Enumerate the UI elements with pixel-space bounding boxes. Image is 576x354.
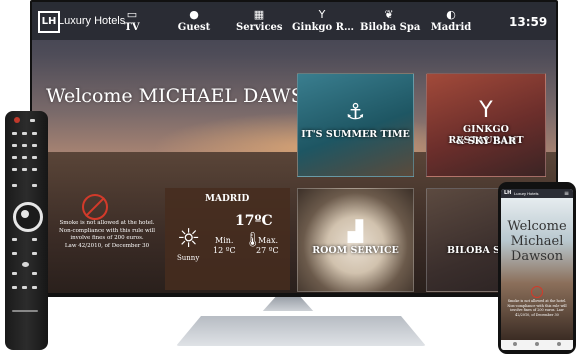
weather-max-label: Max. bbox=[258, 236, 279, 245]
phone-welcome-line-3: Dawson bbox=[510, 249, 564, 264]
remote-button[interactable] bbox=[32, 144, 37, 147]
phone-bottom-nav bbox=[501, 340, 573, 350]
phone-hotel-name: Luxury Hotels bbox=[514, 191, 539, 196]
tv-stand-neck bbox=[262, 297, 314, 311]
remote-button[interactable] bbox=[12, 286, 17, 289]
tile-ginkgo-label-2: & SKY BAR bbox=[455, 136, 517, 147]
nav-ginkgo-label: Ginkgo R… bbox=[292, 22, 354, 33]
services-icon[interactable] bbox=[535, 342, 539, 346]
remote-button[interactable] bbox=[12, 144, 17, 147]
settings-icon[interactable] bbox=[557, 342, 561, 346]
smoking-notice-line-4: Law 42/2010, of December 30 bbox=[64, 242, 150, 249]
remote-dpad[interactable] bbox=[13, 202, 43, 232]
remote-button[interactable] bbox=[30, 119, 35, 122]
weather-min: 12 ºC bbox=[213, 246, 236, 255]
remote-button[interactable] bbox=[12, 132, 17, 135]
weather-condition: Sunny bbox=[177, 254, 200, 262]
tv-screen: LH Luxury Hotels ▭ TV ● Guest ▦ Services… bbox=[32, 2, 556, 293]
nav-ginkgo[interactable]: Y Ginkgo R… bbox=[292, 8, 354, 38]
nav-guest-label: Guest bbox=[177, 22, 211, 33]
remote-button[interactable] bbox=[32, 286, 37, 289]
power-button[interactable] bbox=[14, 117, 20, 123]
top-navigation-bar: LH Luxury Hotels ▭ TV ● Guest ▦ Services… bbox=[32, 2, 556, 40]
remote-button[interactable] bbox=[12, 238, 17, 241]
weather-min-label: Min. bbox=[215, 236, 234, 245]
smoking-notice-line-1: Smoke is not allowed at the hotel. bbox=[59, 220, 155, 226]
tile-room-service[interactable]: ▟ ROOM SERVICE bbox=[297, 188, 414, 292]
no-smoking-icon bbox=[82, 194, 108, 220]
sun-icon: ☼ bbox=[177, 224, 201, 254]
remote-button[interactable] bbox=[32, 184, 37, 187]
welcome-message: Welcome MICHAEL DAWSON bbox=[46, 85, 336, 107]
tile-summer-label: IT'S SUMMER TIME bbox=[301, 129, 410, 140]
tv-icon: ▭ bbox=[126, 8, 138, 21]
nav-services-label: Services bbox=[236, 22, 283, 33]
phone-top-bar: LH Luxury Hotels ≡ bbox=[501, 189, 573, 198]
remote-button[interactable] bbox=[32, 156, 37, 159]
remote-button[interactable] bbox=[12, 252, 17, 255]
nav-madrid-label: Madrid bbox=[430, 22, 472, 33]
phone-no-smoking-icon bbox=[531, 286, 543, 298]
tile-room-label: ROOM SERVICE bbox=[312, 245, 399, 256]
remote-button[interactable] bbox=[12, 156, 17, 159]
nav-guest[interactable]: ● Guest bbox=[173, 8, 215, 38]
tile-ginkgo-restaurant[interactable]: Y GINKGO RESTAURANT & SKY BAR bbox=[426, 73, 546, 177]
clock: 13:59 bbox=[509, 15, 548, 29]
phone-welcome-line-2: Michael bbox=[510, 234, 564, 249]
nav-madrid[interactable]: ◐ Madrid bbox=[430, 8, 472, 38]
remote-button[interactable] bbox=[32, 238, 37, 241]
hotel-logo: LH bbox=[38, 11, 60, 33]
home-icon[interactable] bbox=[513, 342, 517, 346]
remote-button[interactable] bbox=[32, 252, 37, 255]
smoking-notice-line-3: involve fines of 200 euros. bbox=[70, 235, 144, 241]
remote-ok-button[interactable] bbox=[21, 210, 29, 218]
nav-tv-label: TV bbox=[124, 22, 140, 33]
remote-button[interactable] bbox=[32, 272, 37, 275]
remote-button[interactable] bbox=[22, 144, 27, 147]
cocktail-icon: Y bbox=[479, 98, 493, 123]
nav-services[interactable]: ▦ Services bbox=[236, 8, 283, 38]
nav-tv[interactable]: ▭ TV bbox=[116, 8, 148, 38]
remote-button[interactable] bbox=[32, 132, 37, 135]
remote-button[interactable] bbox=[32, 168, 37, 171]
menu-icon[interactable]: ≡ bbox=[564, 190, 569, 197]
anchor-icon: ⚓ bbox=[345, 100, 366, 125]
weather-max: 27 ºC bbox=[256, 246, 279, 255]
nav-biloba-label: Biloba Spa bbox=[360, 22, 421, 33]
phone-screen: LH Luxury Hotels ≡ Welcome Michael Dawso… bbox=[501, 189, 573, 350]
phone-welcome-line-1: Welcome bbox=[507, 219, 567, 234]
remote-button[interactable] bbox=[22, 286, 27, 289]
remote-button[interactable] bbox=[22, 132, 27, 135]
tv-stand-base bbox=[176, 316, 426, 346]
nav-biloba-spa[interactable]: ❦ Biloba Spa bbox=[360, 8, 421, 38]
remote-button[interactable] bbox=[12, 184, 17, 187]
smoking-notice: Smoke is not allowed at the hotel. Non-c… bbox=[52, 220, 162, 250]
remote-button[interactable] bbox=[12, 168, 17, 171]
weather-widget: MADRID 17ºC ☼ Sunny Min. 12 ºC 🌡 Max. 27… bbox=[165, 188, 290, 290]
weather-temperature: 17ºC bbox=[235, 213, 273, 229]
bed-icon: ▟ bbox=[347, 219, 364, 243]
tile-summer-time[interactable]: ⚓ IT'S SUMMER TIME bbox=[297, 73, 414, 177]
remote-brand-strip bbox=[12, 310, 38, 312]
weather-city: MADRID bbox=[205, 194, 250, 204]
person-icon: ● bbox=[189, 8, 199, 21]
smoking-notice-line-2: Non-compliance with this rule will bbox=[58, 227, 156, 234]
phone-welcome: Welcome Michael Dawson bbox=[503, 219, 571, 264]
phone-hotel-logo: LH bbox=[504, 190, 512, 196]
remote-button[interactable] bbox=[22, 168, 27, 171]
cocktail-icon: Y bbox=[318, 8, 326, 21]
remote-button[interactable] bbox=[22, 156, 27, 159]
remote-button[interactable] bbox=[22, 262, 29, 267]
leaf-icon: ❦ bbox=[384, 8, 394, 21]
weather-icon: ◐ bbox=[446, 8, 456, 21]
remote-button[interactable] bbox=[12, 272, 17, 275]
grid-icon: ▦ bbox=[253, 8, 265, 21]
phone-smoking-notice: Smoke is not allowed at the hotel. Non-c… bbox=[507, 299, 567, 317]
